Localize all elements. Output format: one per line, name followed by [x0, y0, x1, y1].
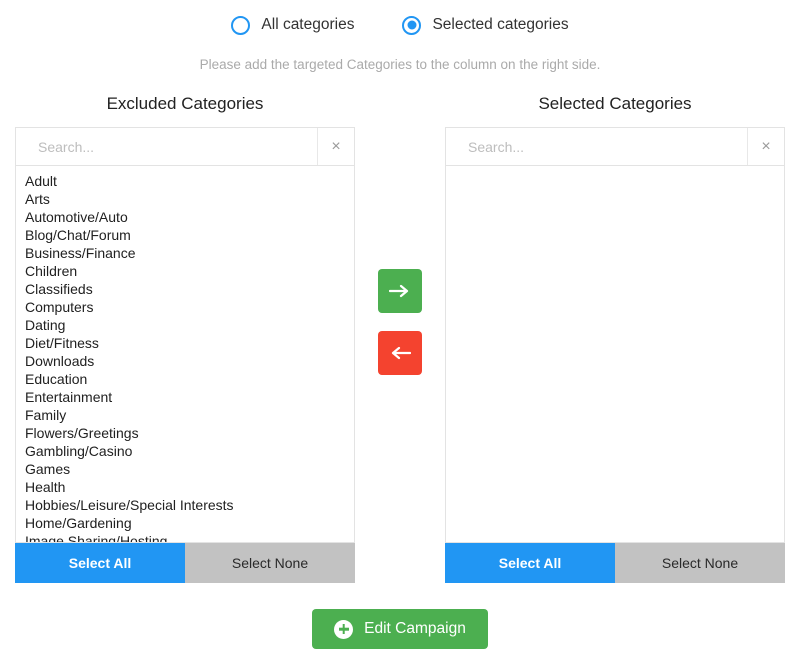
- selected-search-bar: ×: [445, 127, 785, 165]
- dual-list-container: Excluded Categories × AdultArtsAutomotiv…: [0, 94, 800, 583]
- excluded-category-item[interactable]: Computers: [16, 298, 354, 316]
- transfer-button-group: [355, 94, 445, 375]
- selected-search-clear-icon[interactable]: ×: [747, 128, 784, 165]
- excluded-category-item[interactable]: Downloads: [16, 352, 354, 370]
- excluded-category-item[interactable]: Entertainment: [16, 388, 354, 406]
- excluded-category-item[interactable]: Automotive/Auto: [16, 208, 354, 226]
- excluded-category-item[interactable]: Hobbies/Leisure/Special Interests: [16, 496, 354, 514]
- radio-checked-icon[interactable]: [402, 15, 422, 35]
- radio-unchecked-icon[interactable]: [231, 15, 251, 35]
- excluded-search-clear-icon[interactable]: ×: [317, 128, 354, 165]
- selected-select-all-button[interactable]: Select All: [445, 543, 615, 583]
- mode-selector: All categories Selected categories: [0, 0, 800, 40]
- radio-label-selected-categories: Selected categories: [432, 16, 569, 34]
- edit-campaign-label: Edit Campaign: [364, 620, 466, 637]
- excluded-category-item[interactable]: Blog/Chat/Forum: [16, 226, 354, 244]
- excluded-list-actions: Select All Select None: [15, 543, 355, 583]
- excluded-category-item[interactable]: Flowers/Greetings: [16, 424, 354, 442]
- radio-option-all-categories[interactable]: All categories: [231, 15, 355, 35]
- selected-search-input[interactable]: [446, 128, 747, 165]
- excluded-category-item[interactable]: Education: [16, 370, 354, 388]
- excluded-category-item[interactable]: Business/Finance: [16, 244, 354, 262]
- selected-panel-title: Selected Categories: [538, 94, 692, 113]
- edit-campaign-button[interactable]: Edit Campaign: [312, 609, 488, 649]
- excluded-category-item[interactable]: Children: [16, 262, 354, 280]
- excluded-panel-title: Excluded Categories: [106, 94, 264, 113]
- move-left-button[interactable]: [378, 331, 422, 375]
- excluded-category-item[interactable]: Classifieds: [16, 280, 354, 298]
- radio-option-selected-categories[interactable]: Selected categories: [402, 15, 569, 35]
- excluded-search-bar: ×: [15, 127, 355, 165]
- excluded-select-none-button[interactable]: Select None: [185, 543, 355, 583]
- plus-circle-icon: [334, 619, 354, 639]
- selected-categories-panel: Selected Categories × Select All Select …: [445, 94, 785, 583]
- selected-list-actions: Select All Select None: [445, 543, 785, 583]
- excluded-category-item[interactable]: Family: [16, 406, 354, 424]
- selected-category-list[interactable]: [445, 165, 785, 543]
- excluded-category-item[interactable]: Dating: [16, 316, 354, 334]
- category-selector-page: All categories Selected categories Pleas…: [0, 0, 800, 662]
- arrow-right-icon: [389, 284, 409, 298]
- excluded-category-item[interactable]: Gambling/Casino: [16, 442, 354, 460]
- excluded-category-list[interactable]: Adult Arts Automotive/Auto Blog/Chat/Forum B…: [15, 165, 355, 543]
- footer-actions: Edit Campaign: [0, 609, 800, 649]
- excluded-select-all-button[interactable]: Select All: [15, 543, 185, 583]
- arrow-left-icon: [391, 346, 411, 360]
- excluded-categories-panel: Excluded Categories × AdultArtsAutomotiv…: [15, 94, 355, 583]
- selected-select-none-button[interactable]: Select None: [615, 543, 785, 583]
- move-right-button[interactable]: [378, 269, 422, 313]
- excluded-category-item[interactable]: Adult: [16, 172, 354, 190]
- excluded-category-item[interactable]: Diet/Fitness: [16, 334, 354, 352]
- excluded-category-item[interactable]: Games: [16, 460, 354, 478]
- instruction-text: Please add the targeted Categories to th…: [199, 57, 601, 72]
- excluded-category-item[interactable]: Arts: [16, 190, 354, 208]
- excluded-category-item[interactable]: Home/Gardening: [16, 514, 354, 532]
- excluded-search-input[interactable]: [16, 128, 317, 165]
- excluded-category-item[interactable]: Health: [16, 478, 354, 496]
- radio-label-all-categories: All categories: [261, 16, 355, 34]
- excluded-category-item[interactable]: Image Sharing/Hosting: [16, 532, 354, 542]
